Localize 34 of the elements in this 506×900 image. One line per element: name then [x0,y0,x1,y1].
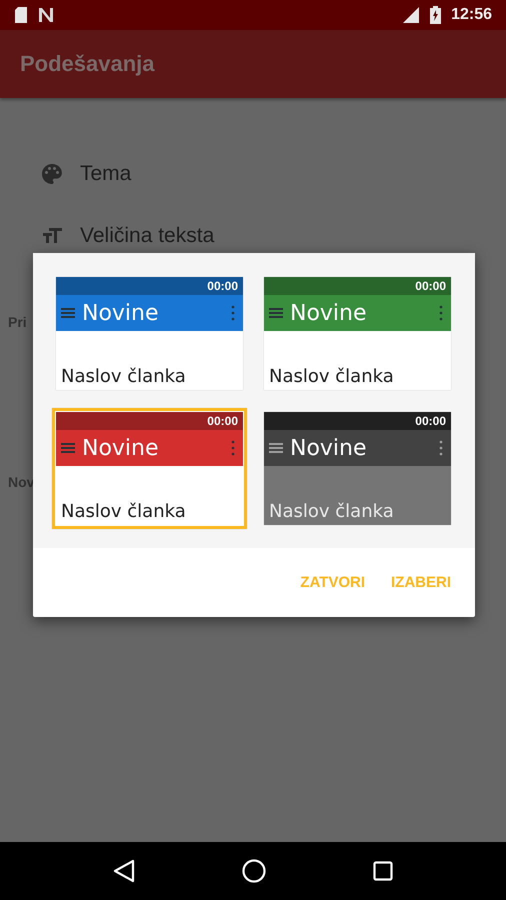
preview-clock: 00:00 [207,414,238,428]
preview-clock: 00:00 [415,414,446,428]
theme-option[interactable]: 00:00 Novine Naslov članka [264,412,451,525]
preview-title: Novine [82,436,160,460]
menu-icon [61,441,75,455]
more-options-icon [439,440,443,456]
theme-option[interactable]: 00:00 Novine Naslov članka [56,277,243,390]
preview-clock: 00:00 [415,279,446,293]
battery-icon [430,6,442,24]
preview-title: Novine [290,436,368,460]
palette-icon [40,162,64,186]
home-icon[interactable] [242,859,266,883]
menu-icon [269,306,283,320]
preview-title: Novine [290,300,368,326]
clock: 12:56 [451,6,492,24]
more-options-icon [231,440,235,456]
more-options-icon [439,305,443,321]
notification-icon [38,7,54,23]
theme-option[interactable]: 00:00 Novine Naslov članka [264,277,451,390]
menu-icon [61,306,75,320]
preview-article-title: Naslov članka [60,366,187,389]
back-icon[interactable] [113,859,136,883]
menu-icon [269,441,283,455]
sd-card-icon [14,6,28,24]
theme-option[interactable]: 00:00 Novine Naslov članka [52,408,247,529]
recents-icon[interactable] [372,861,393,881]
preview-article-title: Naslov članka [268,366,395,389]
more-options-icon [231,305,235,321]
preview-article-title: Naslov članka [268,501,395,524]
preview-article-title: Naslov članka [60,501,187,524]
signal-icon [402,6,420,24]
screen-title: Podešavanja [20,51,155,77]
preview-clock: 00:00 [207,279,238,293]
preview-title: Novine [82,300,160,326]
